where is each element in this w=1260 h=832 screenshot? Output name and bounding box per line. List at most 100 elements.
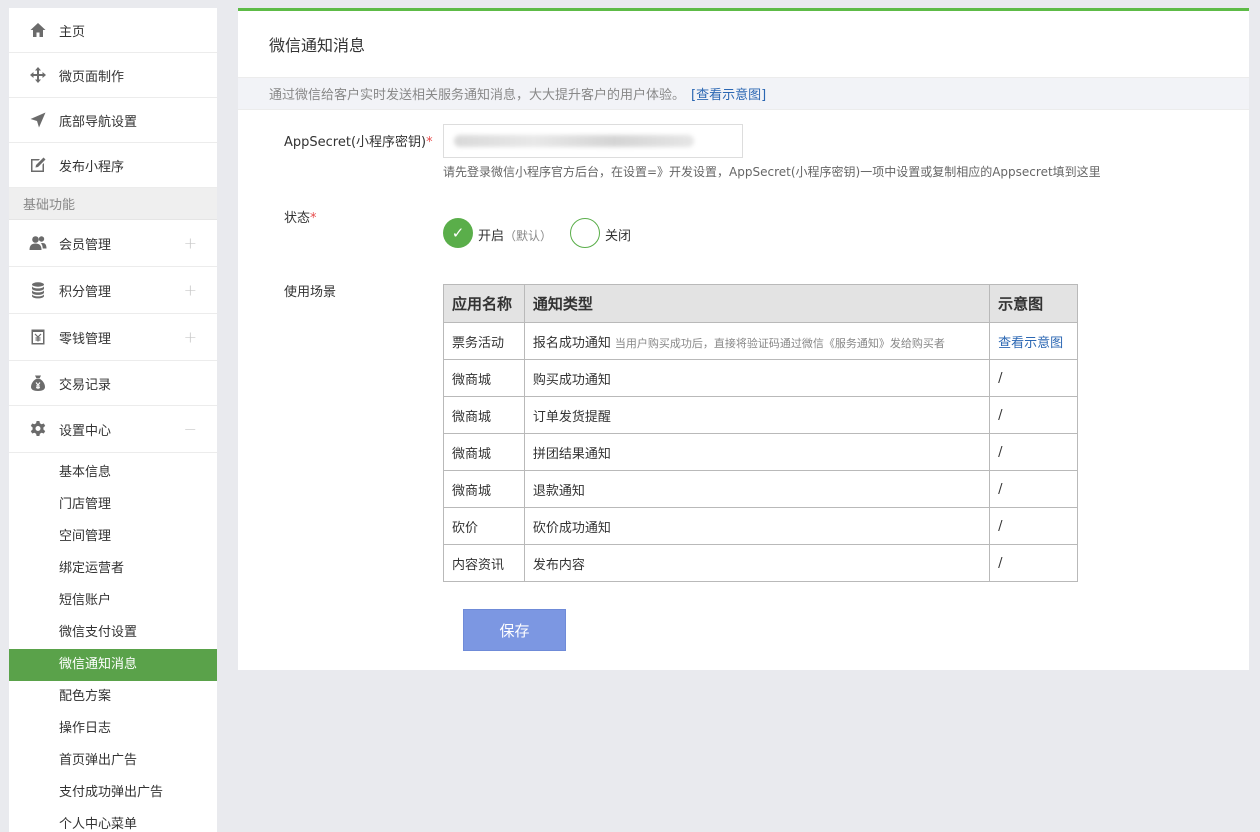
submenu-sms-account[interactable]: 短信账户 bbox=[9, 585, 217, 617]
sidebar-item-home[interactable]: 主页 bbox=[9, 8, 217, 53]
status-label-text: 状态 bbox=[284, 211, 311, 226]
appsecret-input[interactable] bbox=[443, 124, 743, 158]
cell-type: 购买成功通知 bbox=[523, 359, 991, 397]
submenu-color-scheme[interactable]: 配色方案 bbox=[9, 681, 217, 713]
cell-app: 砍价 bbox=[443, 507, 525, 545]
status-off-radio[interactable] bbox=[570, 218, 600, 248]
move-icon bbox=[29, 66, 47, 84]
table-row: 微商城 订单发货提醒 / bbox=[443, 396, 1078, 434]
submenu-home-popup-ad[interactable]: 首页弹出广告 bbox=[9, 745, 217, 777]
table-row: 票务活动 报名成功通知 当用户购买成功后，直接将验证码通过微信《服务通知》发给购买… bbox=[443, 322, 1078, 360]
table-row: 微商城 退款通知 / bbox=[443, 470, 1078, 508]
expand-icon[interactable]: + bbox=[184, 234, 197, 253]
status-on-label[interactable]: 开启（默认） bbox=[478, 225, 552, 244]
sidebar-item-points[interactable]: 积分管理 + bbox=[9, 267, 217, 314]
sidebar-item-wallet[interactable]: 零钱管理 + bbox=[9, 314, 217, 361]
sidebar-item-label: 微页面制作 bbox=[59, 69, 125, 85]
submenu-profile-menu[interactable]: 个人中心菜单 bbox=[9, 809, 217, 832]
sidebar-item-micropage[interactable]: 微页面制作 bbox=[9, 53, 217, 98]
cell-type: 订单发货提醒 bbox=[523, 396, 991, 434]
cell-app: 微商城 bbox=[443, 470, 525, 508]
cell-type: 发布内容 bbox=[523, 544, 991, 582]
appsecret-label-text: AppSecret(小程序密钥) bbox=[284, 135, 427, 150]
cell-app: 微商城 bbox=[443, 396, 525, 434]
navigation-arrow-icon bbox=[29, 111, 47, 129]
submenu-bind-operator[interactable]: 绑定运营者 bbox=[9, 553, 217, 585]
sidebar-item-transactions[interactable]: 交易记录 bbox=[9, 361, 217, 406]
status-on-radio[interactable]: ✓ bbox=[443, 218, 473, 248]
gear-icon bbox=[29, 420, 47, 438]
appsecret-value-redacted bbox=[454, 135, 694, 147]
main-panel: 微信通知消息 通过微信给客户实时发送相关服务通知消息，大大提升客户的用户体验。 … bbox=[238, 8, 1249, 670]
sidebar-item-settings[interactable]: 设置中心 − bbox=[9, 406, 217, 453]
sidebar-item-label: 交易记录 bbox=[59, 377, 112, 393]
money-bag-icon bbox=[29, 374, 47, 392]
table-row: 砍价 砍价成功通知 / bbox=[443, 507, 1078, 545]
cell-type: 报名成功通知 当用户购买成功后，直接将验证码通过微信《服务通知》发给购买者 bbox=[523, 322, 991, 360]
sidebar-item-members[interactable]: 会员管理 + bbox=[9, 220, 217, 267]
appsecret-hint: 请先登录微信小程序官方后台，在设置=》开发设置，AppSecret(小程序密钥)… bbox=[443, 165, 1101, 179]
cell-type: 退款通知 bbox=[523, 470, 991, 508]
sidebar-item-label: 设置中心 bbox=[59, 423, 112, 439]
cell-type: 拼团结果通知 bbox=[523, 433, 991, 471]
table-row: 内容资讯 发布内容 / bbox=[443, 544, 1078, 582]
cell-preview: / bbox=[989, 359, 1078, 397]
sidebar-item-publish[interactable]: 发布小程序 bbox=[9, 143, 217, 188]
check-icon: ✓ bbox=[451, 224, 465, 242]
submenu-wechat-notify[interactable]: 微信通知消息 bbox=[9, 649, 217, 681]
cell-preview: / bbox=[989, 470, 1078, 508]
sidebar-item-label: 会员管理 bbox=[59, 237, 112, 253]
table-row: 微商城 拼团结果通知 / bbox=[443, 433, 1078, 471]
header-app-name: 应用名称 bbox=[443, 284, 525, 323]
cell-preview: 查看示意图 bbox=[989, 322, 1078, 360]
sidebar: 主页 微页面制作 底部导航设置 发布小程序 基础功能 会员管理 + 积分管理 +… bbox=[9, 8, 217, 832]
sidebar-item-label: 底部导航设置 bbox=[59, 114, 138, 130]
required-mark: * bbox=[426, 135, 433, 150]
submenu-basic-info[interactable]: 基本信息 bbox=[9, 457, 217, 489]
cell-preview: / bbox=[989, 507, 1078, 545]
info-bar: 通过微信给客户实时发送相关服务通知消息，大大提升客户的用户体验。 [查看示意图] bbox=[238, 77, 1249, 110]
sidebar-section-title: 基础功能 bbox=[9, 188, 217, 220]
table-header-row: 应用名称 通知类型 示意图 bbox=[443, 284, 1078, 323]
page-title: 微信通知消息 bbox=[269, 36, 366, 55]
submenu-wechat-pay[interactable]: 微信支付设置 bbox=[9, 617, 217, 649]
scene-label: 使用场景 bbox=[284, 285, 337, 300]
table-row: 微商城 购买成功通知 / bbox=[443, 359, 1078, 397]
header-preview: 示意图 bbox=[989, 284, 1078, 323]
cell-app: 微商城 bbox=[443, 359, 525, 397]
submenu-operation-log[interactable]: 操作日志 bbox=[9, 713, 217, 745]
cell-preview: / bbox=[989, 544, 1078, 582]
expand-icon[interactable]: + bbox=[184, 328, 197, 347]
required-mark: * bbox=[310, 211, 317, 226]
collapse-icon[interactable]: − bbox=[184, 420, 197, 439]
type-text: 报名成功通知 bbox=[532, 335, 611, 351]
status-on-text: 开启 bbox=[478, 229, 505, 244]
settings-submenu: 基本信息 门店管理 空间管理 绑定运营者 短信账户 微信支付设置 微信通知消息 … bbox=[9, 453, 217, 832]
submenu-pay-success-ad[interactable]: 支付成功弹出广告 bbox=[9, 777, 217, 809]
users-icon bbox=[29, 234, 47, 252]
status-label: 状态* bbox=[284, 207, 317, 226]
header-notify-type: 通知类型 bbox=[523, 284, 991, 323]
sidebar-item-label: 发布小程序 bbox=[59, 159, 125, 175]
home-icon bbox=[29, 21, 47, 39]
coins-icon bbox=[29, 281, 47, 299]
save-button[interactable]: 保存 bbox=[463, 609, 566, 651]
cell-preview: / bbox=[989, 433, 1078, 471]
view-diagram-link[interactable]: [查看示意图] bbox=[691, 84, 766, 103]
status-off-label[interactable]: 关闭 bbox=[605, 225, 631, 244]
cell-app: 内容资讯 bbox=[443, 544, 525, 582]
submenu-store-management[interactable]: 门店管理 bbox=[9, 489, 217, 521]
expand-icon[interactable]: + bbox=[184, 281, 197, 300]
wallet-icon bbox=[29, 328, 47, 346]
cell-preview: / bbox=[989, 396, 1078, 434]
submenu-space-management[interactable]: 空间管理 bbox=[9, 521, 217, 553]
cell-app: 票务活动 bbox=[443, 322, 525, 360]
view-preview-link[interactable]: 查看示意图 bbox=[998, 336, 1063, 351]
scene-table: 应用名称 通知类型 示意图 票务活动 报名成功通知 当用户购买成功后，直接将验证码… bbox=[443, 284, 1078, 582]
sidebar-item-label: 零钱管理 bbox=[59, 331, 112, 347]
edit-icon bbox=[29, 156, 47, 174]
cell-type: 砍价成功通知 bbox=[523, 507, 991, 545]
appsecret-label: AppSecret(小程序密钥)* bbox=[284, 131, 433, 150]
cell-app: 微商城 bbox=[443, 433, 525, 471]
sidebar-item-bottom-nav[interactable]: 底部导航设置 bbox=[9, 98, 217, 143]
